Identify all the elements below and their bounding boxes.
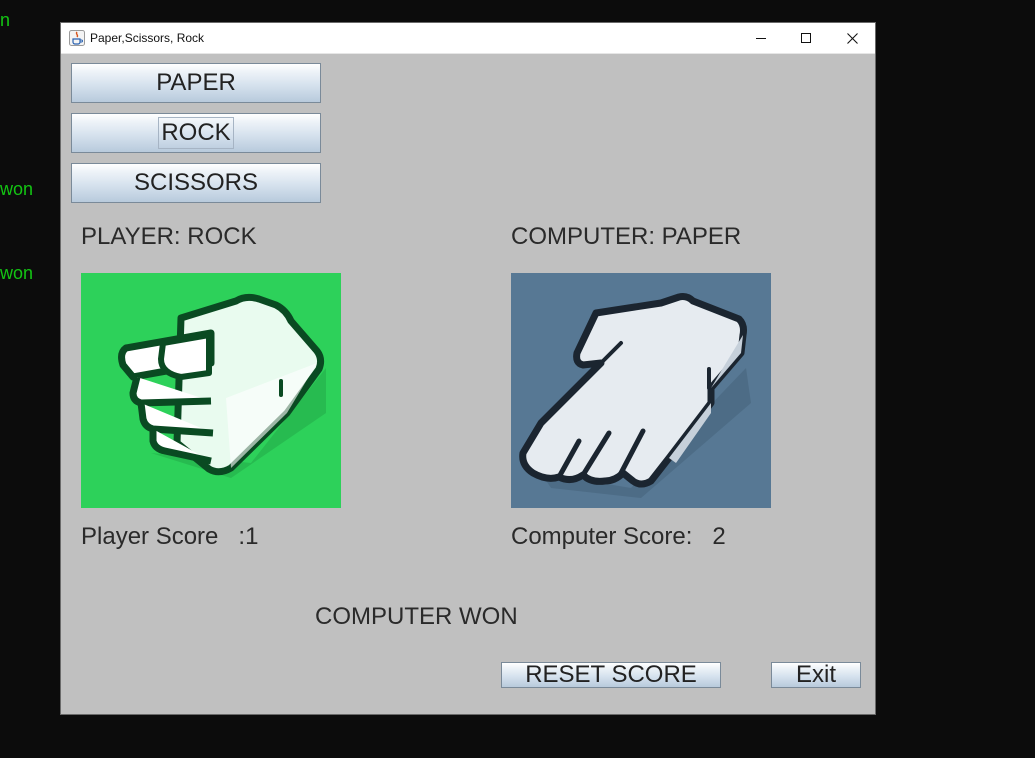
minimize-button[interactable]: [738, 23, 784, 53]
title-bar[interactable]: Paper,Scissors, Rock: [61, 23, 875, 54]
result-message: COMPUTER WON: [315, 603, 518, 630]
reset-score-button[interactable]: RESET SCORE: [501, 661, 721, 688]
fist-rock-icon: [81, 293, 341, 508]
player-choice-image: [81, 273, 341, 508]
maximize-button[interactable]: [783, 23, 829, 53]
player-choice-label: PLAYER: ROCK: [81, 223, 257, 250]
console-text-line: won: [0, 263, 34, 283]
scissors-button-label: SCISSORS: [133, 169, 259, 196]
paper-button-label: PAPER: [156, 69, 236, 96]
close-icon: [846, 32, 858, 44]
reset-score-button-label: RESET SCORE: [525, 661, 697, 688]
console-text-line: n: [0, 10, 11, 30]
computer-score-label: Computer Score: 2: [511, 523, 726, 550]
exit-button-label: Exit: [795, 661, 836, 688]
rock-button-label: ROCK: [158, 117, 234, 149]
exit-button[interactable]: Exit: [771, 661, 861, 688]
console-text-line: won: [0, 179, 34, 199]
player-score-label: Player Score :1: [81, 523, 259, 550]
scissors-button[interactable]: SCISSORS: [71, 163, 321, 203]
paper-button[interactable]: PAPER: [71, 63, 321, 103]
window-title: Paper,Scissors, Rock: [90, 31, 205, 45]
rock-button[interactable]: ROCK: [71, 113, 321, 153]
computer-choice-label: COMPUTER: PAPER: [511, 223, 742, 250]
close-button[interactable]: [829, 23, 875, 53]
game-window: Paper,Scissors, Rock PAPER ROCK SCISSORS…: [61, 23, 875, 714]
java-app-icon: [69, 30, 85, 46]
computer-choice-image: [511, 273, 771, 508]
open-hand-paper-icon: [511, 293, 771, 508]
maximize-icon: [801, 33, 811, 43]
minimize-icon: [756, 33, 766, 43]
